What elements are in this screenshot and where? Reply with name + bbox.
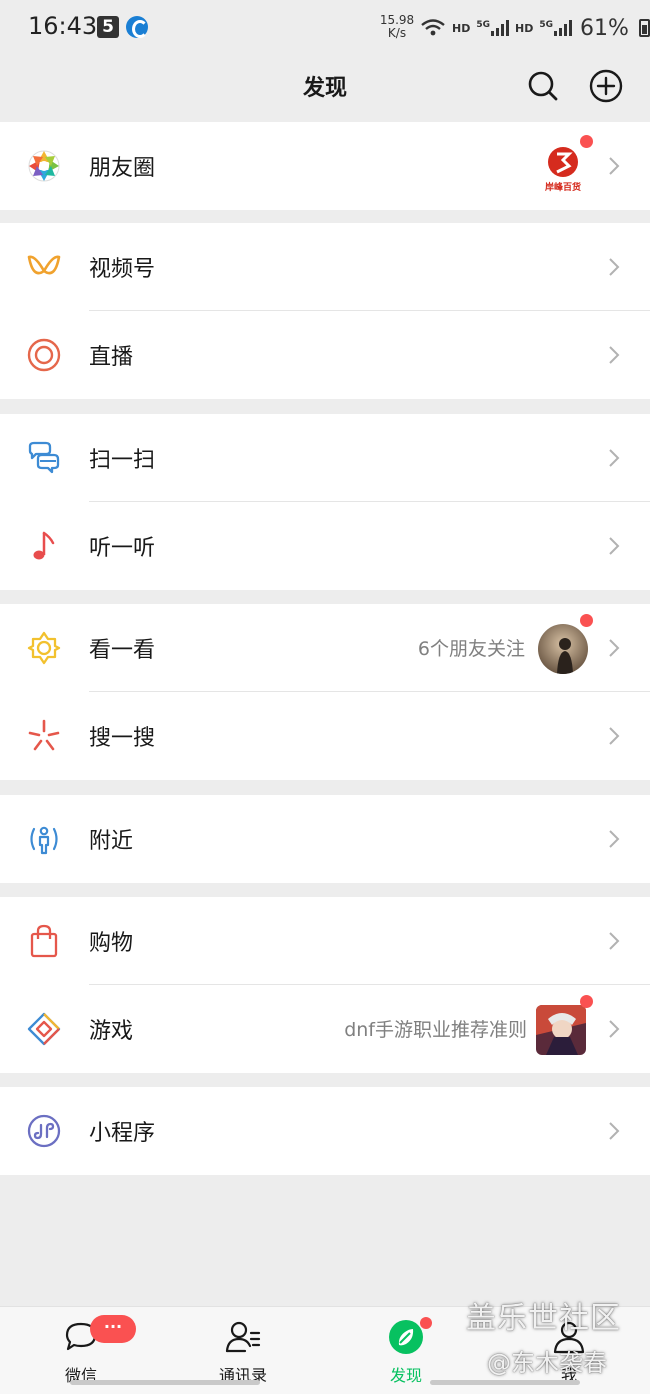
menu-item-live[interactable]: 直播 <box>0 311 650 399</box>
menu-item-listen[interactable]: 听一听 <box>0 502 650 590</box>
top-stories-icon <box>27 631 61 665</box>
chevron-right-icon <box>609 258 620 276</box>
chevron-right-icon <box>609 1020 620 1038</box>
compass-icon <box>389 1320 423 1354</box>
plus-circle-icon <box>589 69 623 103</box>
watermark-line-2: @东木袭春 <box>487 1349 607 1377</box>
search-icon <box>528 71 558 101</box>
unread-dot <box>580 614 593 627</box>
chevron-right-icon <box>609 157 620 175</box>
chats-unread-badge: ··· <box>90 1315 136 1343</box>
menu-item-shopping[interactable]: 购物 <box>0 897 650 985</box>
shopping-bag-icon <box>30 924 58 958</box>
browser-notification-icon <box>126 16 148 38</box>
unread-dot <box>580 135 593 148</box>
game-art-icon <box>536 1005 586 1055</box>
chevron-right-icon <box>609 1122 620 1140</box>
menu-item-label: 听一听 <box>89 536 156 561</box>
store-logo-text: 岸峰百货 <box>545 181 581 193</box>
menu-item-label: 视频号 <box>89 257 156 282</box>
group-topstories: 看一看 6个朋友关注 搜一搜 <box>0 604 650 780</box>
search-button[interactable] <box>523 66 563 106</box>
avatar-image-icon <box>538 624 588 674</box>
nearby-icon <box>30 826 58 855</box>
group-moments: 朋友圈 岸峰百货 <box>0 122 650 210</box>
chevron-right-icon <box>609 932 620 950</box>
chevron-right-icon <box>609 346 620 364</box>
signal-icon-1 <box>491 20 509 36</box>
status-bar: 16:43 5 15.98 K/s HD 5G HD 5G 61% <box>0 0 650 58</box>
game-recommendation-text: dnf手游职业推荐准则 <box>344 1019 527 1041</box>
gesture-bar <box>70 1380 580 1385</box>
chevron-right-icon <box>609 537 620 555</box>
menu-item-label: 搜一搜 <box>89 726 156 751</box>
menu-item-search[interactable]: 搜一搜 <box>0 692 650 780</box>
app-notification-icon: 5 <box>97 16 119 38</box>
menu-item-label: 购物 <box>89 931 134 956</box>
group-scan: 扫一扫 听一听 <box>0 414 650 590</box>
menu-item-moments[interactable]: 朋友圈 岸峰百货 <box>0 122 650 210</box>
group-nearby: 附近 <box>0 795 650 883</box>
network-speed-unit: K/s <box>387 26 407 40</box>
chevron-right-icon <box>609 639 620 657</box>
status-time: 16:43 <box>28 12 98 40</box>
network-speed: 15.98 K/s <box>378 14 416 40</box>
scan-icon <box>28 441 60 474</box>
group-channels: 视频号 直播 <box>0 223 650 399</box>
menu-item-label: 看一看 <box>89 638 156 663</box>
menu-item-label: 小程序 <box>89 1121 156 1146</box>
menu-item-label: 直播 <box>89 345 134 370</box>
friend-avatar <box>538 624 588 674</box>
contacts-icon <box>225 1321 261 1353</box>
hd-label-2: HD <box>515 21 534 35</box>
menu-item-nearby[interactable]: 附近 <box>0 795 650 883</box>
menu-item-label: 朋友圈 <box>89 156 156 181</box>
menu-item-games[interactable]: 游戏 dnf手游职业推荐准则 <box>0 985 650 1073</box>
chevron-right-icon <box>609 727 620 745</box>
game-thumbnail <box>536 1005 586 1055</box>
group-shopping: 购物 游戏 dnf手游职业推荐准则 <box>0 897 650 1073</box>
add-button[interactable] <box>586 66 626 106</box>
menu-item-scan[interactable]: 扫一扫 <box>0 414 650 502</box>
unread-dot <box>580 995 593 1008</box>
network-type-2: 5G <box>539 20 553 30</box>
music-note-icon <box>33 531 55 560</box>
battery-icon <box>638 19 650 37</box>
battery-level: 61% <box>580 15 629 41</box>
menu-item-label: 附近 <box>89 829 134 854</box>
menu-item-channels[interactable]: 视频号 <box>0 223 650 311</box>
group-mini-programs: 小程序 <box>0 1087 650 1175</box>
menu-item-top-stories[interactable]: 看一看 6个朋友关注 <box>0 604 650 692</box>
chevron-right-icon <box>609 830 620 848</box>
menu-item-mini-programs[interactable]: 小程序 <box>0 1087 650 1175</box>
moments-avatar: 岸峰百货 <box>537 142 589 194</box>
discover-unread-dot <box>420 1317 432 1329</box>
header: 发现 <box>0 58 650 120</box>
friends-following-text: 6个朋友关注 <box>417 638 525 660</box>
channels-icon <box>27 255 61 275</box>
chevron-right-icon <box>609 449 620 467</box>
moments-aperture-icon <box>28 150 60 182</box>
live-icon <box>27 338 61 372</box>
mini-program-icon <box>27 1114 61 1148</box>
menu-item-label: 游戏 <box>89 1019 134 1044</box>
menu-item-label: 扫一扫 <box>89 448 156 473</box>
network-type-1: 5G <box>476 20 490 30</box>
store-logo-icon: 岸峰百货 <box>537 142 589 194</box>
hd-label-1: HD <box>452 21 471 35</box>
wifi-icon <box>421 19 445 36</box>
watermark-line-1: 盖乐世社区 <box>466 1301 621 1336</box>
signal-icon-2 <box>554 20 572 36</box>
game-icon <box>27 1012 61 1046</box>
search-sparkle-icon <box>28 719 60 751</box>
